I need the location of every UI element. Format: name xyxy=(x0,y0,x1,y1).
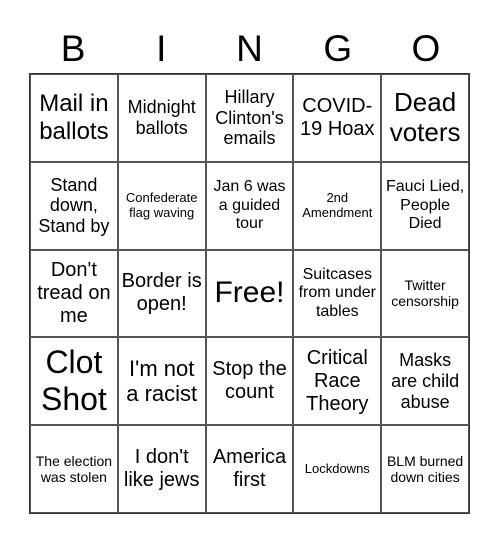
bingo-cell[interactable]: Stand down, Stand by xyxy=(30,161,118,250)
bingo-cell[interactable]: I'm not a racist xyxy=(117,337,206,426)
bingo-cell[interactable]: The election was stolen xyxy=(30,425,118,513)
bingo-cell[interactable]: Twitter censorship xyxy=(381,249,469,338)
bingo-cell[interactable]: Don't tread on me xyxy=(30,249,118,338)
bingo-cell[interactable]: Stop the count xyxy=(205,337,294,426)
header-letter-i: I xyxy=(156,28,167,69)
bingo-cell[interactable]: Mail in ballots xyxy=(30,74,118,162)
free-space[interactable]: Free! xyxy=(205,249,294,338)
header-letter-n: N xyxy=(236,28,263,69)
bingo-cell[interactable]: Suitcases from under tables xyxy=(293,249,382,338)
bingo-cell[interactable]: Dead voters xyxy=(381,74,469,162)
bingo-cell[interactable]: Lockdowns xyxy=(293,425,382,513)
bingo-cell[interactable]: Border is open! xyxy=(117,249,206,338)
bingo-cell[interactable]: Masks are child abuse xyxy=(381,337,469,426)
bingo-cell[interactable]: COVID-19 Hoax xyxy=(293,74,382,162)
bingo-cell[interactable]: Fauci Lied, People Died xyxy=(381,161,469,250)
bingo-cell[interactable]: Jan 6 was a guided tour xyxy=(205,161,294,250)
bingo-header: B I N G O xyxy=(29,26,470,72)
bingo-cell[interactable]: BLM burned down cities xyxy=(381,425,469,513)
bingo-grid: Mail in ballots Midnight ballots Hillary… xyxy=(29,73,470,514)
bingo-cell[interactable]: I don't like jews xyxy=(117,425,206,513)
bingo-cell[interactable]: Clot Shot xyxy=(30,337,118,426)
header-letter-g: G xyxy=(323,28,353,69)
header-letter-o: O xyxy=(411,28,441,69)
bingo-cell[interactable]: 2nd Amendment xyxy=(293,161,382,250)
bingo-cell[interactable]: Critical Race Theory xyxy=(293,337,382,426)
header-letter-b: B xyxy=(60,28,86,69)
bingo-cell[interactable]: America first xyxy=(205,425,294,513)
bingo-cell[interactable]: Confederate flag waving xyxy=(117,161,206,250)
bingo-cell[interactable]: Hillary Clinton's emails xyxy=(205,74,294,162)
bingo-cell[interactable]: Midnight ballots xyxy=(117,74,206,162)
